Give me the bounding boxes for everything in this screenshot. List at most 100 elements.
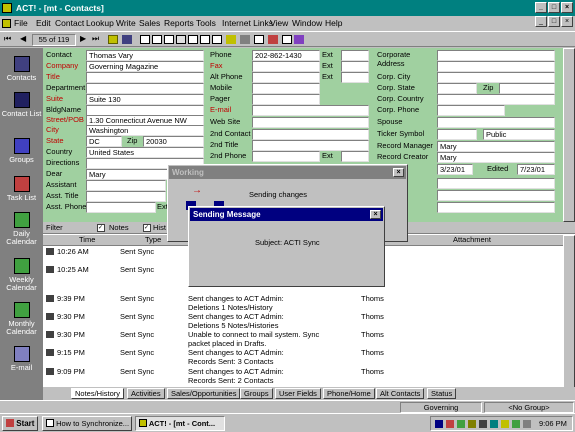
corp-phone-field[interactable]	[437, 105, 505, 116]
start-button[interactable]: Start	[2, 416, 38, 431]
ticker-type-field[interactable]: Public	[483, 129, 555, 140]
pager-field[interactable]	[252, 94, 320, 105]
contact-scrollbar[interactable]	[563, 48, 575, 222]
nav-monthly-calendar[interactable]: Monthly Calendar	[0, 302, 43, 336]
menu-contact[interactable]: Contact	[55, 16, 84, 31]
maximize-button[interactable]: □	[548, 2, 560, 13]
tray-icon[interactable]	[523, 420, 531, 428]
grid-scrollbar[interactable]	[563, 235, 575, 388]
asst-title-field[interactable]	[86, 191, 166, 202]
fax-ext-field[interactable]	[341, 61, 369, 72]
column-time[interactable]: Time	[79, 235, 95, 245]
2nd-contact-field[interactable]	[252, 129, 369, 140]
title-field[interactable]	[86, 72, 204, 83]
asst-phone-field[interactable]	[86, 202, 156, 213]
tray-icon[interactable]	[479, 420, 487, 428]
assistant-field[interactable]	[86, 180, 166, 191]
taskbar-item-act[interactable]: ACT! - [mt - Cont...	[135, 416, 225, 431]
corp-city-field[interactable]	[437, 72, 555, 83]
tab-status[interactable]: Status	[427, 388, 457, 399]
record-creator-field[interactable]: Mary	[437, 152, 555, 163]
alt-phone-field[interactable]	[252, 72, 320, 83]
email-icon[interactable]	[282, 35, 292, 44]
menu-window[interactable]: Window	[292, 16, 322, 31]
calendar-icon[interactable]	[254, 35, 264, 44]
phone-icon[interactable]	[176, 35, 186, 44]
sync-icon[interactable]	[268, 35, 278, 44]
menu-view[interactable]: View	[270, 16, 288, 31]
extra-field-2[interactable]	[437, 190, 555, 201]
prev-record-icon[interactable]: ◀	[20, 34, 26, 43]
doc-restore-button[interactable]: □	[548, 16, 560, 27]
fax-field[interactable]	[252, 61, 320, 72]
city-field[interactable]: Washington	[86, 125, 204, 136]
tab-activities[interactable]: Activities	[127, 388, 165, 399]
extra-field-1[interactable]	[437, 178, 555, 189]
nav-task-list[interactable]: Task List	[0, 176, 43, 202]
menu-file[interactable]: File	[14, 16, 28, 31]
ticker-field[interactable]	[437, 129, 477, 140]
meeting-icon[interactable]	[200, 35, 210, 44]
tray-icon[interactable]	[468, 420, 476, 428]
internet-icon[interactable]	[294, 35, 304, 44]
sending-dialog-close-button[interactable]: ×	[370, 210, 381, 219]
contact-name-field[interactable]: Thomas Vary	[86, 50, 204, 61]
clock[interactable]: 9:06 PM	[539, 418, 567, 430]
tray-icon[interactable]	[501, 420, 509, 428]
spouse-field[interactable]	[437, 117, 555, 128]
taskbar-item-how-to-synchronize[interactable]: How to Synchronize...	[42, 416, 132, 431]
menu-help[interactable]: Help	[325, 16, 342, 31]
tray-icon[interactable]	[435, 420, 443, 428]
tray-icon[interactable]	[446, 420, 454, 428]
close-button[interactable]: ×	[561, 2, 573, 13]
phone-field[interactable]: 202-862-1430	[252, 50, 320, 61]
tray-icon[interactable]	[490, 420, 498, 428]
first-record-icon[interactable]: ⏮	[4, 34, 11, 44]
corp-address2-field[interactable]	[437, 61, 555, 72]
save-icon[interactable]	[122, 35, 132, 44]
next-record-icon[interactable]: ▶	[80, 34, 86, 43]
menu-internet-links[interactable]: Internet Links	[222, 16, 273, 31]
corp-state-field[interactable]	[437, 83, 477, 94]
edit-pencil-icon[interactable]	[226, 35, 236, 44]
menu-write[interactable]: Write	[116, 16, 136, 31]
nav-weekly-calendar[interactable]: Weekly Calendar	[0, 258, 43, 292]
menu-sales[interactable]: Sales	[139, 16, 160, 31]
tab-groups[interactable]: Groups	[240, 388, 273, 399]
company-field[interactable]: Governing Magazine	[86, 61, 204, 72]
record-manager-field[interactable]: Mary	[437, 141, 555, 152]
nav-contacts[interactable]: Contacts	[0, 56, 43, 82]
notes-checkbox[interactable]: ✓	[97, 224, 105, 232]
website-field[interactable]	[252, 117, 369, 128]
extra-field-3[interactable]	[437, 202, 555, 213]
corp-zip-field[interactable]	[499, 83, 555, 94]
tray-icon[interactable]	[457, 420, 465, 428]
doc-minimize-button[interactable]: _	[535, 16, 547, 27]
tab-alt-contacts[interactable]: Alt Contacts	[376, 388, 425, 399]
email-field[interactable]	[252, 105, 369, 116]
department-field[interactable]	[86, 83, 204, 94]
menu-reports[interactable]: Reports	[164, 16, 194, 31]
tray-icon[interactable]	[512, 420, 520, 428]
2nd-title-field[interactable]	[252, 140, 369, 151]
2nd-phone-ext-field[interactable]	[341, 151, 369, 162]
todo-icon[interactable]	[212, 35, 222, 44]
column-attachment[interactable]: Attachment	[453, 235, 491, 245]
nav-contact-list[interactable]: Contact List	[0, 92, 43, 118]
lookup-icon[interactable]	[164, 35, 174, 44]
nav-groups[interactable]: Groups	[0, 138, 43, 164]
suite-field[interactable]: Suite 130	[86, 94, 204, 105]
new-contact-icon[interactable]	[140, 35, 150, 44]
minimize-button[interactable]: _	[535, 2, 547, 13]
state-field[interactable]: DC	[86, 136, 122, 147]
zip-field[interactable]: 20030	[143, 136, 204, 147]
tab-phone-home[interactable]: Phone/Home	[323, 388, 375, 399]
column-type[interactable]: Type	[145, 235, 161, 245]
working-dialog-close-button[interactable]: ×	[393, 168, 404, 177]
menu-tools[interactable]: Tools	[196, 16, 216, 31]
folder-icon[interactable]	[108, 35, 118, 44]
history-checkbox[interactable]: ✓	[143, 224, 151, 232]
tab-sales-opportunities[interactable]: Sales/Opportunities	[167, 388, 241, 399]
country-field[interactable]: United States	[86, 147, 204, 158]
tab-notes-history[interactable]: Notes/History	[71, 388, 125, 399]
